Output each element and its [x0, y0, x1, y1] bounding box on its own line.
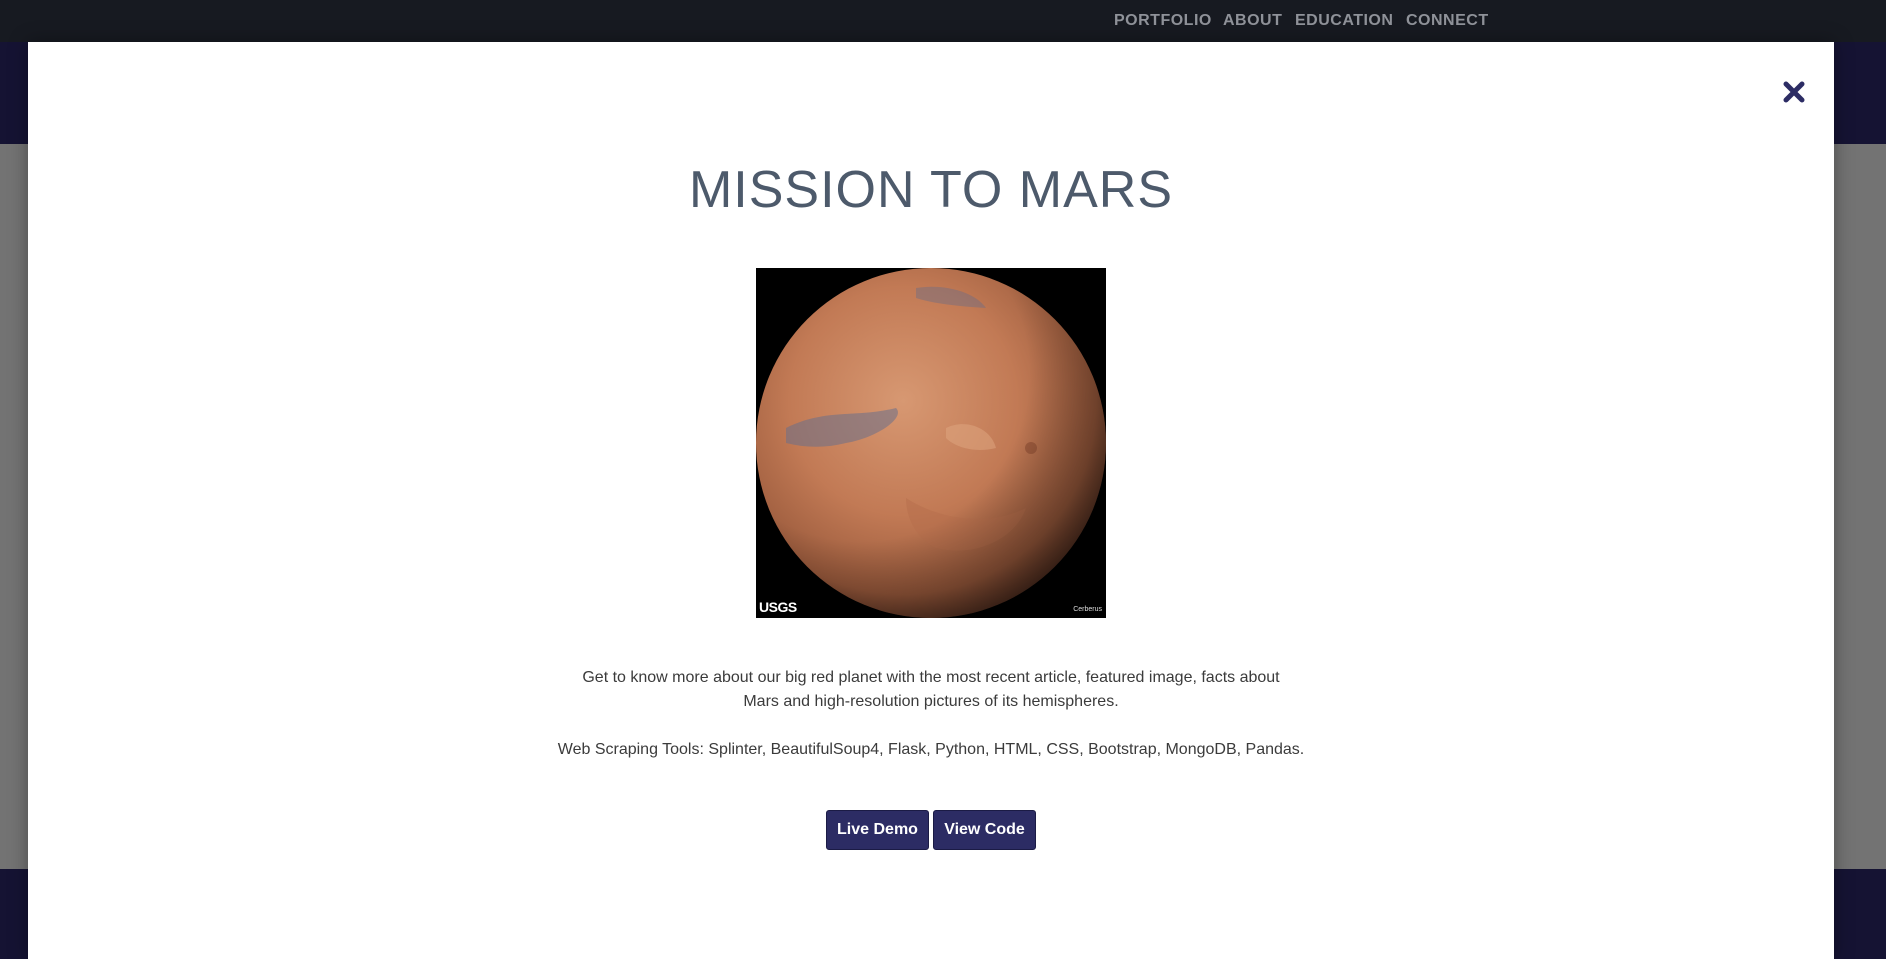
mars-image: USGS Cerberus: [756, 268, 1106, 618]
top-navbar: PORTFOLIO ABOUT EDUCATION CONNECT: [0, 0, 1886, 42]
image-caption: Cerberus: [1073, 606, 1102, 613]
live-demo-button[interactable]: Live Demo: [826, 810, 929, 850]
project-tools: Web Scraping Tools: Splinter, BeautifulS…: [557, 741, 1305, 758]
nav-about-link[interactable]: ABOUT: [1223, 12, 1282, 30]
project-modal: MISSION TO MARS USGS Cerberus Get to kno…: [28, 42, 1834, 959]
nav-portfolio-link[interactable]: PORTFOLIO: [1114, 12, 1212, 30]
view-code-button[interactable]: View Code: [933, 810, 1036, 850]
project-description: Get to know more about our big red plane…: [582, 669, 1280, 710]
nav-education-link[interactable]: EDUCATION: [1295, 12, 1393, 30]
close-icon[interactable]: [1774, 72, 1814, 112]
modal-title: MISSION TO MARS: [688, 161, 1174, 219]
nav-connect-link[interactable]: CONNECT: [1406, 12, 1489, 30]
usgs-logo: USGS: [759, 599, 797, 615]
nav-links: PORTFOLIO ABOUT EDUCATION CONNECT: [0, 0, 1886, 42]
